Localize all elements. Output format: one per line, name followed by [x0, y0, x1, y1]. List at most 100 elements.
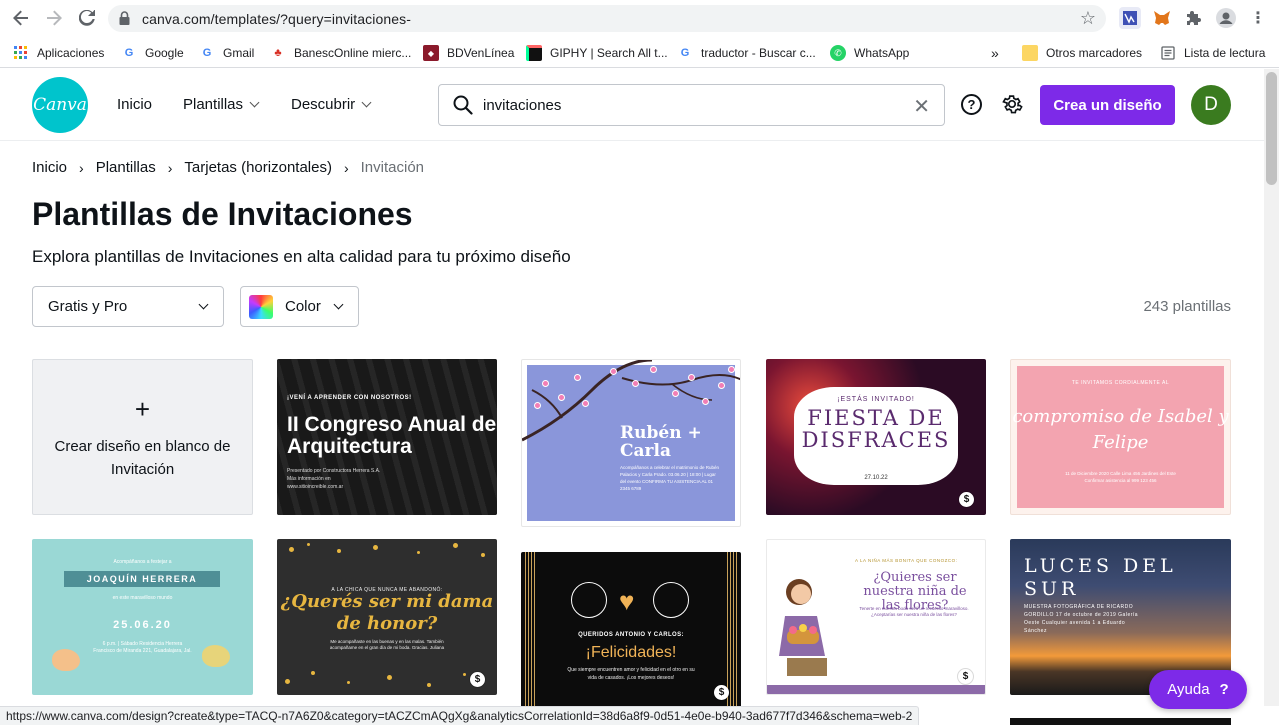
bookmark-banesco[interactable]: ♣ BanescOnline mierc... — [270, 43, 411, 63]
template-details: Que siempre encuentren amor y felicidad … — [567, 667, 695, 681]
scrollbar-thumb[interactable] — [1266, 72, 1277, 185]
whatsapp-icon: ✆ — [830, 45, 846, 61]
help-button[interactable]: Ayuda ? — [1149, 670, 1247, 709]
bookmark-label: GIPHY | Search All t... — [550, 46, 668, 60]
bookmark-label: WhatsApp — [854, 46, 910, 60]
bird-illustration — [202, 645, 230, 667]
template-card[interactable]: ♥ QUERIDOS ANTONIO Y CARLOS: ¡Felicidade… — [521, 552, 741, 708]
template-title: ¡Felicidades! — [585, 644, 677, 661]
create-blank-label: Crear diseño en blanco de Invitación — [54, 437, 231, 478]
bookmark-whatsapp[interactable]: ✆ WhatsApp — [830, 43, 909, 63]
blossom — [650, 366, 657, 373]
template-card[interactable]: A LA CHICA QUE NUNCA ME ABANDONÓ: ¿Queré… — [277, 539, 497, 695]
page-scrollbar[interactable] — [1264, 69, 1279, 706]
folder-icon — [1022, 45, 1038, 61]
help-label: Ayuda — [1167, 681, 1210, 698]
template-date: 27.10.22 — [864, 475, 888, 481]
address-bar[interactable]: canva.com/templates/?query=invitaciones-… — [108, 5, 1106, 32]
blossom — [542, 380, 549, 387]
bookmark-label: BDVenLínea — [447, 46, 515, 60]
chevron-right-icon: › — [167, 159, 173, 176]
google-g-icon: G — [202, 47, 212, 59]
nav-plantillas[interactable]: Plantillas — [183, 96, 260, 113]
price-filter-dropdown[interactable]: Gratis y Pro — [32, 286, 224, 327]
template-details: Acompáñanos a celebrar el matrimonio de … — [620, 465, 720, 491]
link-status-bar: https://www.canva.com/design?create&type… — [0, 706, 920, 725]
template-card[interactable]: A LA NIÑA MÁS BONITA QUE CONOZCO: ¿Quier… — [766, 539, 986, 695]
apps-grid-icon — [13, 45, 29, 61]
bookmark-apps[interactable]: Aplicaciones — [13, 43, 104, 63]
template-card[interactable]: Rubén + Carla Acompáñanos a celebrar el … — [521, 359, 741, 527]
google-g-icon: G — [124, 47, 134, 59]
template-date: 25.06.20 — [113, 619, 172, 631]
nav-descubrir[interactable]: Descubrir — [291, 96, 372, 113]
confetti-dot — [387, 675, 392, 680]
canva-logo[interactable]: Canva — [32, 77, 88, 133]
gold-stripes — [525, 552, 535, 708]
metamask-fox-icon[interactable] — [1151, 7, 1173, 29]
template-title: ¿Querés ser mi dama de honor? — [280, 591, 494, 634]
avatar[interactable]: D — [1191, 85, 1231, 125]
profile-icon[interactable] — [1215, 7, 1237, 29]
groom-icon — [653, 582, 689, 618]
breadcrumb-inicio[interactable]: Inicio — [32, 159, 67, 176]
blossom — [702, 398, 709, 405]
breadcrumb-tarjetas[interactable]: Tarjetas (horizontales) — [184, 159, 332, 176]
bird-illustration — [52, 649, 80, 671]
template-eyebrow: ¡VENÍ A APRENDER CON NOSOTROS! — [287, 395, 412, 401]
search-input[interactable]: invitaciones ✕ — [438, 84, 945, 126]
template-card[interactable]: ¡VENÍ A APRENDER CON NOSOTROS! II Congre… — [277, 359, 497, 515]
reading-list-icon — [1160, 45, 1176, 61]
template-card[interactable]: ¡ESTÁS INVITADO! FIESTA DE DISFRACES 27.… — [766, 359, 986, 515]
price-filter-label: Gratis y Pro — [48, 298, 128, 315]
confetti-dot — [311, 671, 315, 675]
question-icon: ? — [1219, 681, 1229, 698]
confetti-dot — [417, 551, 420, 554]
help-icon[interactable]: ? — [961, 94, 982, 115]
bookmark-giphy[interactable]: GIPHY | Search All t... — [526, 43, 668, 63]
template-title: JOAQUÍN HERRERA — [64, 571, 220, 587]
reload-icon[interactable] — [76, 7, 98, 29]
forward-arrow-icon[interactable] — [43, 7, 65, 29]
bookmark-reading-list[interactable]: Lista de lectura — [1160, 43, 1265, 63]
close-icon[interactable]: ✕ — [913, 94, 930, 119]
extension-icon[interactable] — [1119, 7, 1141, 29]
create-blank-design-card[interactable]: + Crear diseño en blanco de Invitación — [32, 359, 253, 515]
confetti-dot — [463, 673, 466, 676]
color-wheel-icon — [249, 294, 273, 319]
bookmark-traductor[interactable]: G traductor - Buscar c... — [677, 43, 816, 63]
blossom — [718, 382, 725, 389]
confetti-dot — [453, 543, 458, 548]
nav-inicio[interactable]: Inicio — [117, 96, 152, 113]
search-icon — [453, 95, 473, 115]
pro-dollar-icon: $ — [958, 669, 973, 684]
template-eyebrow: ¡ESTÁS INVITADO! — [837, 396, 915, 403]
template-card[interactable]: Acompáñanos a festejar a JOAQUÍN HERRERA… — [32, 539, 253, 695]
bookmarks-overflow-chevron[interactable]: » — [991, 43, 999, 63]
gold-stripes — [727, 552, 737, 708]
heart-icon: ♥ — [619, 586, 635, 616]
bookmark-star-icon[interactable]: ☆ — [1080, 8, 1096, 29]
bookmark-bdv[interactable]: ◆ BDVenLínea — [423, 43, 514, 63]
lock-icon — [119, 11, 130, 25]
back-arrow-icon[interactable] — [10, 7, 32, 29]
confetti-dot — [481, 553, 485, 557]
bookmark-other-folder[interactable]: Otros marcadores — [1022, 43, 1142, 63]
template-card-partial[interactable] — [1010, 718, 1231, 725]
bookmark-google[interactable]: G Google — [121, 43, 184, 63]
blossom — [632, 380, 639, 387]
bookmark-label: Google — [145, 46, 184, 60]
breadcrumb-plantillas[interactable]: Plantillas — [96, 159, 156, 176]
menu-kebab-icon[interactable]: ⋮ — [1247, 7, 1269, 29]
blossom — [728, 366, 735, 373]
template-card[interactable]: TE INVITAMOS CORDIALMENTE AL compromiso … — [1010, 359, 1231, 515]
bookmarks-bar: Aplicaciones G Google G Gmail ♣ BanescOn… — [0, 37, 1279, 68]
create-design-button[interactable]: Crea un diseño — [1040, 85, 1175, 125]
banesco-icon: ♣ — [274, 47, 282, 59]
chevron-right-icon: › — [79, 159, 84, 176]
bookmark-gmail[interactable]: G Gmail — [199, 43, 255, 63]
color-filter-label: Color — [285, 298, 321, 315]
color-filter-dropdown[interactable]: Color — [240, 286, 359, 327]
extensions-puzzle-icon[interactable] — [1183, 7, 1205, 29]
gear-icon[interactable] — [1001, 93, 1023, 115]
